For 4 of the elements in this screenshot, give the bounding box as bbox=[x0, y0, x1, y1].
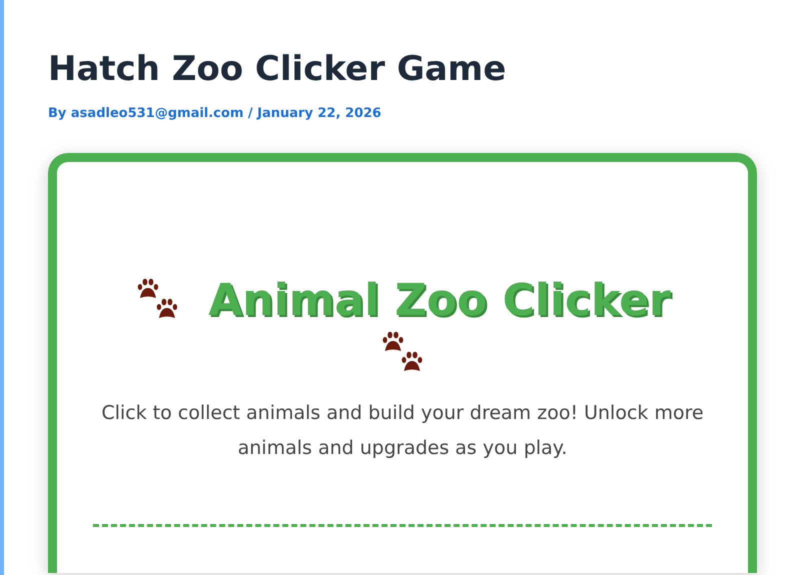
game-heading: Animal Zoo Clicker bbox=[208, 274, 671, 328]
game-description: Click to collect animals and build your dream zoo! Unlock more animals and upgrades as you play. bbox=[100, 401, 705, 461]
post-title: Hatch Zoo Clicker Game bbox=[48, 48, 508, 91]
post-byline: By asadleo531@gmail.com / January 22, 2026 bbox=[48, 106, 382, 121]
